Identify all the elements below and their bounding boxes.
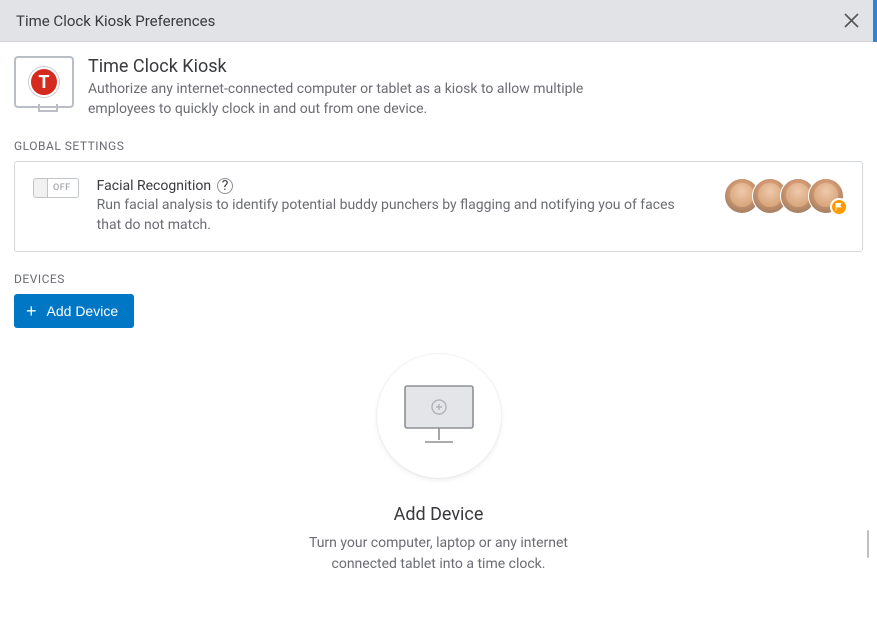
intro-text: Time Clock Kiosk Authorize any internet-… <box>88 56 608 119</box>
add-device-button[interactable]: + Add Device <box>14 294 134 328</box>
dialog-header: Time Clock Kiosk Preferences <box>0 0 877 42</box>
dialog-content: T Time Clock Kiosk Authorize any interne… <box>0 42 877 589</box>
global-settings-panel: OFF Facial Recognition ? Run facial anal… <box>14 161 863 252</box>
empty-desc-line: connected tablet into a time clock. <box>332 556 546 572</box>
close-button[interactable] <box>841 11 861 31</box>
add-device-button-label: Add Device <box>47 303 119 319</box>
right-accent-bar <box>873 0 877 42</box>
facial-recognition-description: Run facial analysis to identify potentia… <box>97 196 696 235</box>
kiosk-app-icon: T <box>14 56 74 108</box>
tsheets-logo-icon: T <box>29 67 59 97</box>
close-icon <box>844 13 859 28</box>
empty-desc-line: Turn your computer, laptop or any intern… <box>309 535 568 551</box>
empty-state-description: Turn your computer, laptop or any intern… <box>14 533 863 575</box>
intro-description: Authorize any internet-connected compute… <box>88 80 608 119</box>
flag-badge-icon <box>830 198 848 216</box>
devices-label: DEVICES <box>14 272 863 286</box>
intro-section: T Time Clock Kiosk Authorize any interne… <box>14 56 863 119</box>
dialog-title: Time Clock Kiosk Preferences <box>16 12 215 30</box>
intro-title: Time Clock Kiosk <box>88 56 608 77</box>
scrollbar-hint[interactable] <box>867 530 869 558</box>
toggle-knob <box>34 179 48 197</box>
facial-recognition-title-row: Facial Recognition ? <box>97 178 696 194</box>
global-settings-label: GLOBAL SETTINGS <box>14 139 863 153</box>
monitor-icon <box>399 382 479 450</box>
empty-state-illustration <box>377 354 501 478</box>
facial-recognition-title: Facial Recognition <box>97 178 211 194</box>
toggle-state-label: OFF <box>48 183 78 193</box>
facial-recognition-toggle[interactable]: OFF <box>33 178 79 198</box>
empty-state: Add Device Turn your computer, laptop or… <box>14 328 863 575</box>
face-avatars <box>724 178 844 214</box>
plus-icon: + <box>26 302 37 320</box>
facial-recognition-text: Facial Recognition ? Run facial analysis… <box>97 178 696 235</box>
help-icon[interactable]: ? <box>217 178 233 194</box>
empty-state-title: Add Device <box>14 504 863 525</box>
